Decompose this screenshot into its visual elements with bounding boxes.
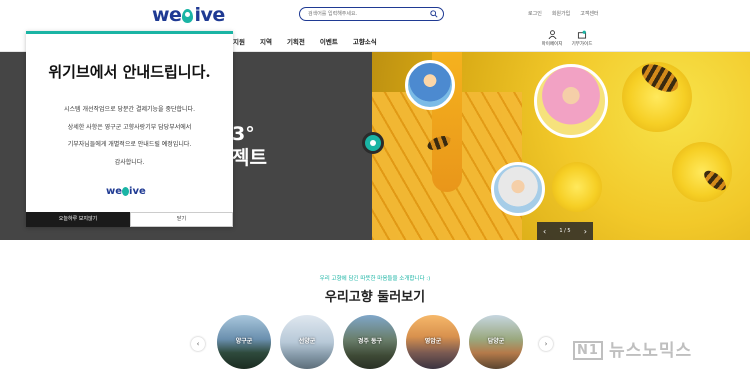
region-carousel: 양구군 선양군 경주 동구 영암군 담양군 <box>217 315 523 369</box>
nav-item-event[interactable]: 이벤트 <box>320 36 338 46</box>
user-icon <box>548 30 556 39</box>
search-input[interactable] <box>308 9 423 19</box>
flower-image <box>672 142 732 202</box>
signup-link[interactable]: 회원가입 <box>552 10 570 17</box>
regions-next-button[interactable]: › <box>539 337 553 351</box>
slider-next-button[interactable]: › <box>584 227 587 236</box>
girl-photo-circle <box>534 64 608 138</box>
popup-line: 시스템 개선작업으로 당분간 결제기능을 중단합니다. <box>64 106 195 113</box>
slider-controls: ‹ 1 / 5 › <box>537 222 593 240</box>
boy-photo-circle <box>491 162 545 216</box>
region-label: 영암군 <box>424 338 442 345</box>
region-item[interactable]: 영암군 <box>406 315 460 369</box>
close-popup-button[interactable]: 닫기 <box>130 212 233 227</box>
search-box[interactable] <box>299 7 444 21</box>
child-photo-circle <box>405 60 455 110</box>
top-links: 로그인 회원가입 고객센터 <box>528 10 599 17</box>
nav-item-region[interactable]: 지역 <box>260 36 272 46</box>
dismiss-today-button[interactable]: 오늘하루 보지않기 <box>26 212 130 227</box>
map-pin-icon <box>362 132 384 154</box>
flower-image <box>552 162 602 212</box>
mypage-button[interactable]: 마이페이지 <box>537 30 567 47</box>
popup-line: 감사합니다. <box>114 158 145 166</box>
region-item[interactable]: 선양군 <box>280 315 334 369</box>
section-subtitle: 우리 고향에 담긴 따뜻한 마음들을 소개합니다 :) <box>319 276 431 282</box>
guide-icon <box>577 30 587 39</box>
region-item[interactable]: 담양군 <box>469 315 523 369</box>
nav-item-exhibition[interactable]: 기획전 <box>287 36 305 46</box>
popup-line: 상세한 사항은 영구군 고향사랑기부 담당부서에서 <box>67 123 192 131</box>
slider-prev-button[interactable]: ‹ <box>543 227 546 236</box>
popup-logo: we ive <box>106 186 146 197</box>
region-label: 경주 동구 <box>357 338 383 345</box>
nav-item-support[interactable]: 지원 <box>233 36 245 46</box>
login-link[interactable]: 로그인 <box>528 10 542 17</box>
nav-item-hometown-news[interactable]: 고향소식 <box>353 36 377 46</box>
regions-prev-button[interactable]: ‹ <box>191 337 205 351</box>
donation-guide-button[interactable]: 기부가이드 <box>567 30 597 47</box>
region-label: 선양군 <box>298 338 316 345</box>
popup-line: 기부자님들에게 개별적으로 안내드릴 예정입니다. <box>67 141 192 148</box>
main-nav: 지원 지역 기획전 이벤트 고향소식 <box>233 36 377 46</box>
region-item[interactable]: 경주 동구 <box>343 315 397 369</box>
region-label: 양구군 <box>235 338 253 345</box>
site-logo[interactable]: we ive <box>152 4 225 26</box>
search-icon[interactable] <box>430 10 438 18</box>
region-label: 담양군 <box>487 338 505 345</box>
news-watermark: N1 뉴스노믹스 <box>573 336 692 361</box>
region-item[interactable]: 양구군 <box>217 315 271 369</box>
hero-title: 3° 젝트 <box>232 123 267 169</box>
donation-guide-label: 기부가이드 <box>571 42 593 47</box>
popup-accent-bar <box>26 31 233 34</box>
popup-buttons: 오늘하루 보지않기 닫기 <box>26 212 233 227</box>
popup-title: 위기브에서 안내드립니다. <box>48 63 211 81</box>
customer-center-link[interactable]: 고객센터 <box>580 10 598 17</box>
mypage-label: 마이페이지 <box>541 42 563 47</box>
pin-icon <box>182 8 194 23</box>
popup-body: 시스템 개선작업으로 당분간 결제기능을 중단합니다. 상세한 사항은 영구군 … <box>26 101 233 171</box>
section-title: 우리고향 둘러보기 <box>324 290 426 305</box>
pin-icon <box>122 186 130 196</box>
notice-popup: 위기브에서 안내드립니다. 시스템 개선작업으로 당분간 결제기능을 중단합니다… <box>26 31 233 227</box>
slider-counter: 1 / 5 <box>559 228 571 234</box>
